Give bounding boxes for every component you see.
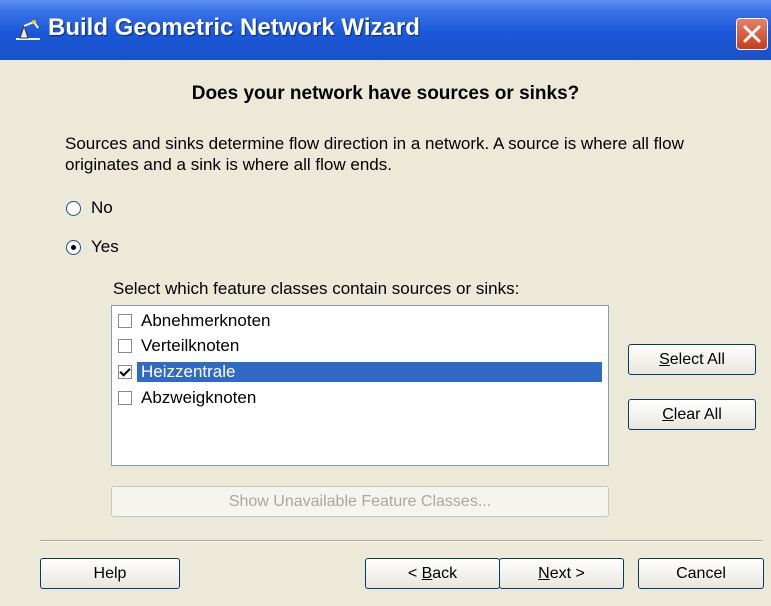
footer-separator	[40, 540, 762, 542]
select-all-button[interactable]: Select All	[628, 344, 756, 375]
item-label: Heizzentrale	[137, 362, 602, 382]
list-item[interactable]: Abnehmerknoten	[118, 310, 274, 332]
back-label: ack	[432, 564, 458, 582]
next-button[interactable]: Next >	[499, 558, 624, 589]
select-all-accelerator: S	[659, 350, 670, 368]
radio-no-circle[interactable]	[66, 200, 81, 216]
item-label: Abzweigknoten	[141, 388, 257, 407]
list-item[interactable]: Abzweigknoten	[118, 387, 260, 409]
title-bar[interactable]: Build Geometric Network Wizard	[0, 0, 771, 60]
back-accelerator: B	[421, 564, 433, 582]
show-unavailable-button[interactable]: Show Unavailable Feature Classes...	[111, 486, 609, 517]
window-title: Build Geometric Network Wizard	[48, 14, 420, 41]
list-item[interactable]: Verteilknoten	[118, 335, 243, 357]
back-button[interactable]: < Back	[365, 558, 500, 589]
clear-all-button[interactable]: Clear All	[628, 399, 756, 430]
clear-all-accelerator: C	[662, 405, 674, 423]
close-button[interactable]	[736, 18, 768, 50]
cancel-button[interactable]: Cancel	[638, 558, 764, 589]
back-prefix: <	[407, 564, 422, 582]
wizard-dialog: Build Geometric Network Wizard Does your…	[0, 0, 771, 606]
list-item[interactable]: Heizzentrale	[118, 361, 602, 383]
close-icon	[743, 25, 761, 43]
item-checkbox[interactable]	[118, 391, 132, 405]
feature-class-list-label: Select which feature classes contain sou…	[113, 279, 520, 298]
item-checkbox[interactable]	[118, 365, 132, 379]
radio-yes-label: Yes	[91, 237, 119, 256]
feature-class-listbox[interactable]: Abnehmerknoten Verteilknoten Heizzentral…	[111, 305, 609, 466]
clear-all-label: lear All	[673, 405, 722, 423]
item-checkbox[interactable]	[118, 314, 132, 328]
radio-yes-circle[interactable]	[66, 239, 81, 255]
radio-no-label: No	[91, 198, 113, 217]
wizard-icon	[16, 20, 40, 40]
help-button[interactable]: Help	[40, 558, 180, 589]
radio-yes[interactable]: Yes	[66, 236, 119, 258]
description-text: Sources and sinks determine flow directi…	[65, 134, 684, 174]
radio-no[interactable]: No	[66, 197, 113, 219]
next-accelerator: N	[538, 564, 550, 582]
item-label: Abnehmerknoten	[141, 311, 271, 330]
next-label: ext >	[549, 564, 585, 582]
radio-selected-dot	[71, 244, 76, 250]
page-heading: Does your network have sources or sinks?	[191, 83, 580, 104]
item-checkbox[interactable]	[118, 339, 132, 353]
item-label: Verteilknoten	[141, 336, 240, 355]
select-all-label: elect All	[669, 350, 725, 368]
